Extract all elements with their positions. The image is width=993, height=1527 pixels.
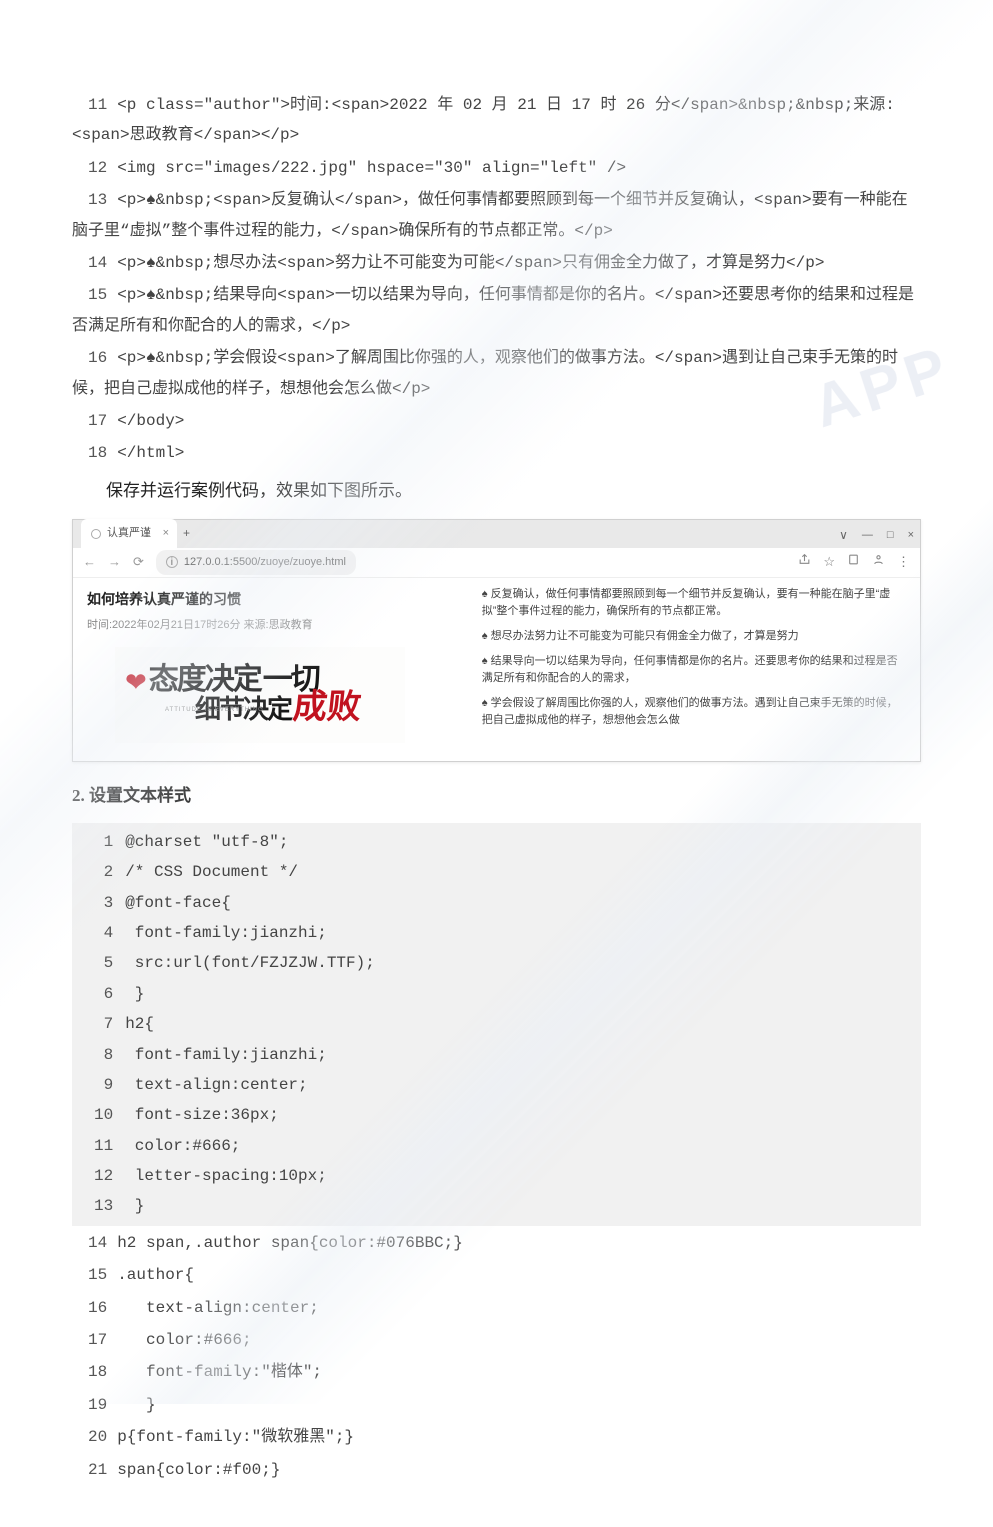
- browser-preview: 认真严谨 × + ∨ — □ × ← → ⟳ i 127.0.0.1:5500/…: [72, 519, 921, 762]
- code-block-css-grey: 1@charset "utf-8";2/* CSS Document */3@f…: [72, 823, 921, 1226]
- tab-title: 认真严谨: [107, 523, 151, 544]
- window-maximize-button[interactable]: □: [887, 525, 894, 546]
- reading-list-icon[interactable]: [847, 550, 860, 575]
- code-line: 4 font-family:jianzhi;: [72, 918, 921, 948]
- code-line: 15.author{: [72, 1260, 921, 1290]
- heart-icon: ❤: [125, 669, 147, 695]
- code-line: 3@font-face{: [72, 888, 921, 918]
- preview-meta: 时间:2022年02月21日17时26分 来源:思政教育: [87, 615, 464, 636]
- kebab-menu-icon[interactable]: ⋮: [897, 550, 910, 575]
- code-line: 1@charset "utf-8";: [72, 827, 921, 857]
- url-text: 127.0.0.1:5500/zuoye/zuoye.html: [184, 552, 346, 573]
- code-block-css-plain: 14h2 span,.author span{color:#076BBC;}15…: [72, 1228, 921, 1485]
- code-line: 21span{color:#f00;}: [72, 1455, 921, 1485]
- preview-image: ❤ 态度决定 一切 ATTITUDE IS EVERYTHING 细节决定 成败: [87, 643, 464, 747]
- window-minimize-button[interactable]: —: [862, 525, 873, 546]
- preview-content: 如何培养认真严谨的习惯 时间:2022年02月21日17时26分 来源:思政教育…: [73, 578, 920, 761]
- preview-heading: 如何培养认真严谨的习惯: [87, 586, 464, 613]
- code-line: 10 font-size:36px;: [72, 1100, 921, 1130]
- address-bar[interactable]: i 127.0.0.1:5500/zuoye/zuoye.html: [156, 550, 356, 575]
- code-line: 2/* CSS Document */: [72, 857, 921, 887]
- preview-bullet: ♠ 结果导向一切以结果为导向，任何事情都是你的名片。还要思考你的结果和过程是否满…: [482, 653, 906, 687]
- nav-back-icon[interactable]: ←: [83, 550, 96, 575]
- code-line: 13 }: [72, 1191, 921, 1221]
- section-heading: 2. 设置文本样式: [72, 780, 921, 812]
- nav-forward-icon[interactable]: →: [108, 550, 121, 575]
- code-line: 12 letter-spacing:10px;: [72, 1161, 921, 1191]
- code-line: 18</html>: [72, 438, 921, 468]
- code-line: 11<p class="author">时间:<span>2022 年 02 月…: [72, 90, 921, 151]
- narration-text: 保存并运行案例代码，效果如下图所示。: [72, 475, 921, 507]
- code-line: 16 text-align:center;: [72, 1293, 921, 1323]
- profile-icon[interactable]: [872, 550, 885, 575]
- bookmark-icon[interactable]: ☆: [823, 550, 835, 575]
- preview-bullet: ♠ 反复确认，做任何事情都要照顾到每一个细节并反复确认，要有一种能在脑子里“虚拟…: [482, 586, 906, 620]
- preview-bullet: ♠ 想尽办法努力让不可能变为可能只有佣金全力做了，才算是努力: [482, 628, 906, 645]
- code-line: 15<p>♠&nbsp;结果导向<span>一切以结果为导向，任何事情都是你的名…: [72, 280, 921, 341]
- code-line: 14h2 span,.author span{color:#076BBC;}: [72, 1228, 921, 1258]
- code-line: 16<p>♠&nbsp;学会假设<span>了解周围比你强的人，观察他们的做事方…: [72, 343, 921, 404]
- code-line: 13<p>♠&nbsp;<span>反复确认</span>，做任何事情都要照顾到…: [72, 185, 921, 246]
- code-line: 6 }: [72, 979, 921, 1009]
- site-info-icon[interactable]: i: [166, 556, 178, 568]
- preview-bullets: ♠ 反复确认，做任何事情都要照顾到每一个细节并反复确认，要有一种能在脑子里“虚拟…: [482, 586, 906, 729]
- code-line: 7h2{: [72, 1009, 921, 1039]
- banner-graphic: ❤ 态度决定 一切 ATTITUDE IS EVERYTHING 细节决定 成败: [115, 647, 405, 743]
- code-line: 17 color:#666;: [72, 1325, 921, 1355]
- banner-mini-caption: ATTITUDE IS EVERYTHING: [165, 705, 264, 716]
- tabstrip-chevron-icon[interactable]: ∨: [839, 524, 848, 547]
- new-tab-button[interactable]: +: [183, 522, 190, 547]
- browser-tab[interactable]: 认真严谨 ×: [81, 519, 177, 548]
- code-line: 8 font-family:jianzhi;: [72, 1040, 921, 1070]
- banner-text-row1-black: 态度决定: [149, 665, 261, 695]
- code-line: 5 src:url(font/FZJZJW.TTF);: [72, 948, 921, 978]
- browser-tabstrip: 认真严谨 × + ∨ — □ ×: [73, 520, 920, 548]
- code-line: 20p{font-family:"微软雅黑";}: [72, 1422, 921, 1452]
- tab-favicon: [91, 529, 101, 539]
- code-line: 17</body>: [72, 406, 921, 436]
- banner-text-row2-red: 成败: [291, 691, 363, 725]
- code-line: 14<p>♠&nbsp;想尽办法<span>努力让不可能变为可能</span>只…: [72, 248, 921, 278]
- code-line: 9 text-align:center;: [72, 1070, 921, 1100]
- code-line: 12<img src="images/222.jpg" hspace="30" …: [72, 153, 921, 183]
- code-line: 11 color:#666;: [72, 1131, 921, 1161]
- window-close-button[interactable]: ×: [908, 525, 914, 546]
- browser-toolbar: ← → ⟳ i 127.0.0.1:5500/zuoye/zuoye.html …: [73, 548, 920, 578]
- code-line: 18 font-family:"楷体";: [72, 1357, 921, 1387]
- share-icon[interactable]: [798, 550, 811, 575]
- preview-bullet: ♠ 学会假设了解周围比你强的人，观察他们的做事方法。遇到让自己束手无策的时候，把…: [482, 695, 906, 729]
- code-block-html: 11<p class="author">时间:<span>2022 年 02 月…: [72, 90, 921, 469]
- nav-reload-icon[interactable]: ⟳: [133, 550, 144, 575]
- code-line: 19 }: [72, 1390, 921, 1420]
- tab-close-icon[interactable]: ×: [163, 523, 169, 544]
